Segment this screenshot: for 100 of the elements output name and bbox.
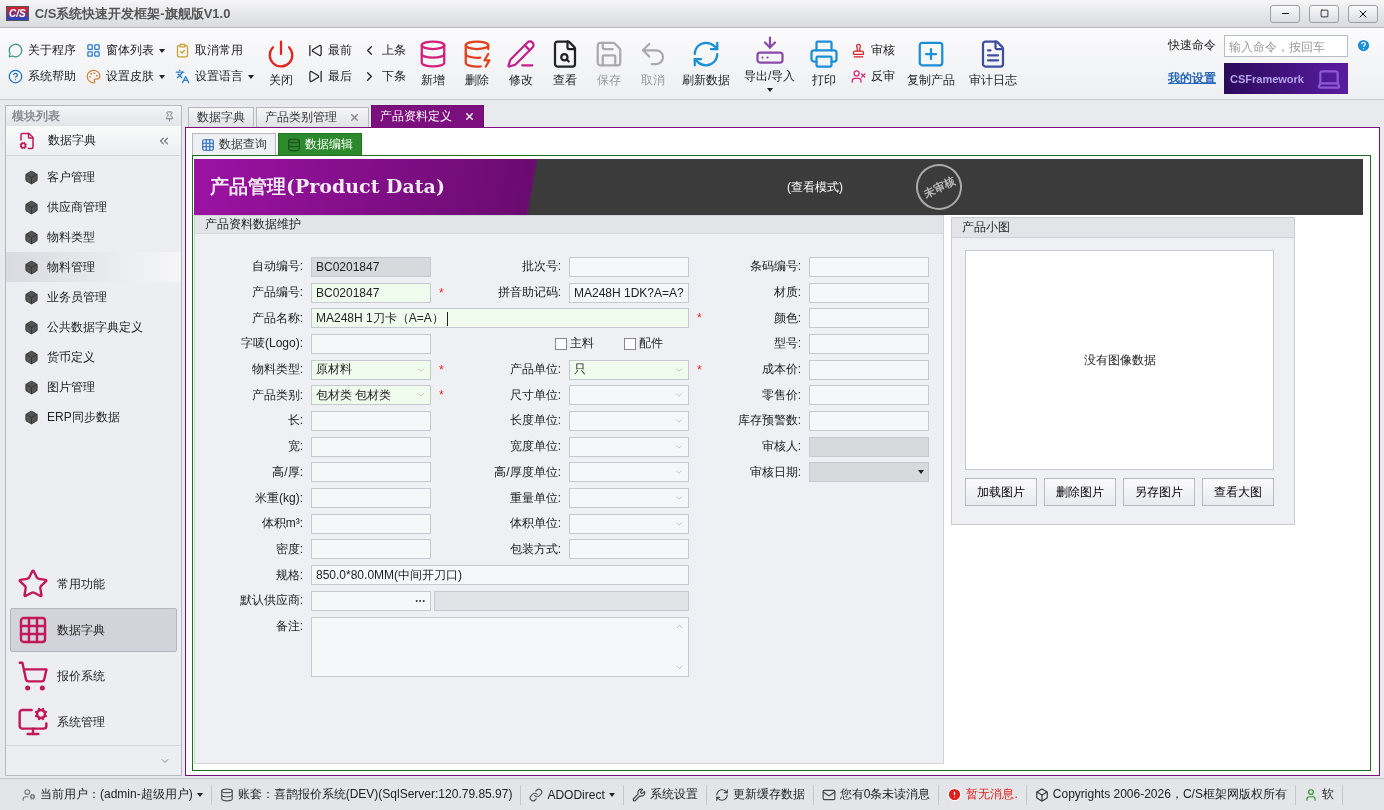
sidebar-item[interactable]: 公共数据字典定义 — [6, 312, 181, 342]
sidebar-item[interactable]: 客户管理 — [6, 162, 181, 192]
toolbar-button[interactable]: 关于程序 — [8, 40, 76, 61]
image-button[interactable]: 查看大图 — [1202, 478, 1274, 506]
toolbar-button[interactable]: 窗体列表 — [86, 40, 165, 61]
toolbar-button[interactable]: 导出/导入 — [742, 35, 798, 92]
pin-icon[interactable] — [164, 110, 175, 122]
input-field[interactable] — [311, 436, 431, 457]
dropdown-field[interactable]: 原材料 — [311, 359, 431, 380]
checkbox-box[interactable] — [555, 337, 567, 350]
close-icon[interactable] — [464, 111, 475, 122]
input-field[interactable] — [311, 333, 431, 354]
status-item[interactable]: 账套：喜鹊报价系统(DEV)(SqlServer:120.79.85.97) — [211, 784, 522, 805]
maximize-button[interactable] — [1309, 4, 1339, 23]
input-field[interactable]: BC0201847 — [311, 282, 431, 303]
dropdown-field[interactable]: 只 — [569, 359, 689, 380]
toolbar-button[interactable]: 打印 — [807, 38, 842, 89]
toolbar-button[interactable]: 取消常用 — [175, 40, 254, 61]
input-field[interactable] — [809, 385, 929, 406]
image-button[interactable]: 加载图片 — [965, 478, 1037, 506]
status-item[interactable]: 软 — [1295, 784, 1343, 805]
sidebar-item[interactable]: 图片管理 — [6, 372, 181, 402]
input-field[interactable] — [809, 333, 929, 354]
module-group[interactable]: 数据字典 — [10, 608, 177, 652]
status-item[interactable]: 暂无消息. — [939, 784, 1027, 805]
input-field[interactable] — [809, 359, 929, 380]
dropdown-field[interactable] — [569, 513, 689, 534]
dropdown-field[interactable] — [569, 462, 689, 483]
checkbox[interactable]: 主料 — [555, 335, 594, 353]
image-button[interactable]: 另存图片 — [1123, 478, 1195, 506]
help-icon[interactable] — [1356, 38, 1371, 53]
input-field[interactable] — [311, 410, 431, 431]
toolbar-button[interactable]: 设置语言 — [175, 66, 254, 87]
sidebar-item[interactable]: 供应商管理 — [6, 192, 181, 222]
module-group[interactable]: 报价系统 — [10, 654, 177, 698]
sidebar-item[interactable]: 物料类型 — [6, 222, 181, 252]
input-field[interactable] — [809, 256, 929, 277]
field-label: 产品编号: — [250, 284, 304, 302]
language-icon — [175, 69, 190, 84]
input-field[interactable] — [569, 256, 689, 277]
checkbox-box[interactable] — [624, 337, 636, 350]
input-field[interactable] — [311, 462, 431, 483]
toolbar-button[interactable]: 删除 — [460, 38, 494, 89]
status-item[interactable]: 更新缓存数据 — [706, 784, 814, 805]
close-button[interactable] — [1348, 4, 1378, 23]
toolbar-button[interactable]: 修改 — [504, 38, 538, 89]
input-field[interactable]: MA248H 1刀卡（A=A） — [311, 308, 689, 329]
toolbar-button[interactable]: 系统帮助 — [8, 66, 76, 87]
input-field[interactable] — [809, 410, 929, 431]
status-item[interactable]: Copyrights 2006-2026，C/S框架网版权所有 — [1026, 784, 1296, 805]
dropdown-field[interactable] — [569, 436, 689, 457]
input-field[interactable] — [311, 539, 431, 560]
toolbar-button[interactable]: 上条 — [362, 40, 406, 61]
status-item[interactable]: ADODirect — [521, 784, 624, 805]
input-field[interactable] — [809, 436, 929, 457]
settings-link[interactable]: 我的设置 — [1168, 70, 1216, 87]
status-item[interactable]: 当前用户：(admin-超级用户) — [14, 784, 212, 805]
document-tab[interactable]: 产品类别管理 — [256, 107, 369, 127]
checkbox[interactable]: 配件 — [624, 335, 663, 353]
sidebar-item[interactable]: ERP同步数据 — [6, 402, 181, 432]
toolbar-button[interactable]: 反审 — [851, 66, 896, 87]
document-tab[interactable]: 产品资料定义 — [371, 105, 484, 127]
input-field[interactable]: MA248H 1DK?A=A? — [569, 282, 689, 303]
module-group[interactable]: 系统管理 — [10, 700, 177, 744]
dropdown-field[interactable] — [569, 410, 689, 431]
toolbar-button[interactable]: 审计日志 — [967, 38, 1020, 89]
sidebar-item[interactable]: 货币定义 — [6, 342, 181, 372]
toolbar-button[interactable]: 设置皮肤 — [86, 66, 165, 87]
dropdown-field[interactable]: 包材类 包材类 — [311, 385, 431, 406]
input-field[interactable] — [569, 539, 689, 560]
dropdown-field[interactable] — [569, 488, 689, 509]
dropdown-field[interactable] — [569, 385, 689, 406]
status-item[interactable]: 您有0条未读消息 — [813, 784, 940, 805]
toolbar-button[interactable]: 审核 — [851, 40, 896, 61]
toolbar-button[interactable]: 下条 — [362, 66, 406, 87]
toolbar-button[interactable]: 刷新数据 — [680, 38, 732, 89]
toolbar-button[interactable]: 查看 — [548, 38, 582, 89]
lookup-field[interactable] — [311, 590, 431, 611]
toolbar-button[interactable]: 最前 — [308, 40, 352, 61]
input-field[interactable] — [311, 513, 431, 534]
date-field[interactable] — [809, 462, 929, 483]
sidebar-item[interactable]: 业务员管理 — [6, 282, 181, 312]
toolbar-button[interactable]: 新增 — [416, 38, 450, 89]
status-item[interactable]: 系统设置 — [623, 784, 707, 805]
input-field[interactable] — [311, 488, 431, 509]
minimize-button[interactable] — [1270, 4, 1300, 23]
image-button[interactable]: 删除图片 — [1044, 478, 1116, 506]
view-tab[interactable]: 数据编辑 — [278, 133, 362, 155]
input-field[interactable] — [809, 308, 929, 329]
input-field[interactable] — [809, 282, 929, 303]
input-field[interactable]: BC0201847 — [311, 256, 431, 277]
document-tab[interactable]: 数据字典 — [188, 107, 254, 127]
sidebar-item[interactable]: 物料管理 — [6, 252, 181, 282]
toolbar-button[interactable]: 复制产品 — [905, 38, 958, 89]
memo-field[interactable] — [311, 616, 689, 677]
toolbar-button[interactable]: 最后 — [308, 66, 352, 87]
module-group[interactable]: 常用功能 — [10, 562, 177, 606]
toolbar-button[interactable]: 关闭 — [264, 38, 298, 89]
input-field[interactable]: 850.0*80.0MM(中间开刀口) — [311, 565, 689, 586]
view-tab[interactable]: 数据查询 — [192, 133, 276, 155]
